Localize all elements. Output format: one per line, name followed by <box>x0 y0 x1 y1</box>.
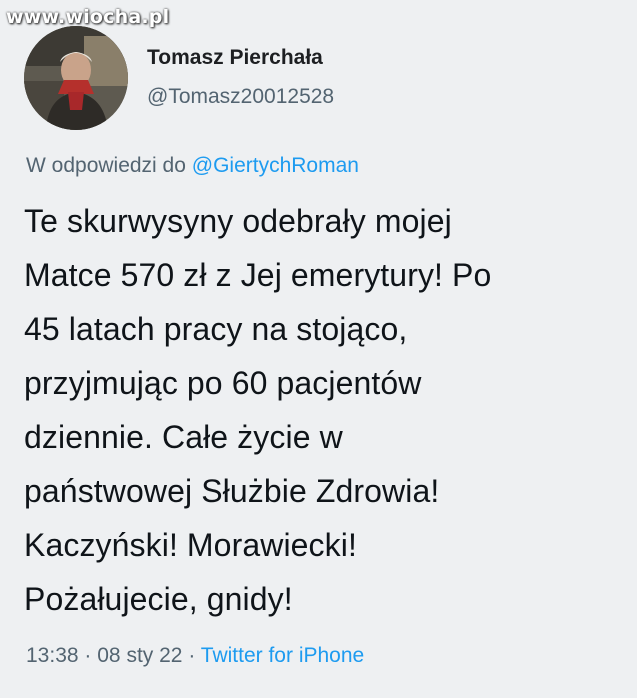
avatar[interactable] <box>24 26 128 130</box>
reply-context: W odpowiedzi do @GiertychRoman <box>26 153 359 179</box>
author-info: Tomasz Pierchała @Tomasz20012528 <box>147 44 334 110</box>
tweet-date[interactable]: 08 sty 22 <box>97 644 182 667</box>
tweet-source-link[interactable]: Twitter for iPhone <box>201 644 364 667</box>
tweet-text-line: Matce 570 zł z Jej emerytury! Po <box>24 257 492 293</box>
reply-prefix: W odpowiedzi do <box>26 154 186 177</box>
tweet-card: Tomasz Pierchała @Tomasz20012528 W odpow… <box>0 0 637 698</box>
meta-separator: · <box>84 644 92 667</box>
tweet-text: Te skurwysyny odebrały mojej Matce 570 z… <box>24 194 624 626</box>
tweet-time[interactable]: 13:38 <box>26 644 79 667</box>
author-display-name[interactable]: Tomasz Pierchała <box>147 44 334 72</box>
tweet-text-line: Kaczyński! Morawiecki! <box>24 527 357 563</box>
meta-separator: · <box>188 644 196 667</box>
tweet-text-line: Te skurwysyny odebrały mojej <box>24 203 452 239</box>
site-watermark: www.wiocha.pl <box>6 6 170 28</box>
author-handle[interactable]: @Tomasz20012528 <box>147 84 334 110</box>
tweet-header: Tomasz Pierchała @Tomasz20012528 <box>24 24 614 130</box>
tweet-text-line: dziennie. Całe życie w <box>24 419 343 455</box>
tweet-text-line: 45 latach pracy na stojąco, <box>24 311 408 347</box>
tweet-text-line: przyjmując po 60 pacjentów <box>24 365 422 401</box>
reply-mention-link[interactable]: @GiertychRoman <box>192 154 359 177</box>
tweet-meta: 13:38 · 08 sty 22 · Twitter for iPhone <box>26 642 364 670</box>
tweet-text-line: Pożałujecie, gnidy! <box>24 581 293 617</box>
avatar-photo <box>24 26 128 130</box>
tweet-text-line: państwowej Służbie Zdrowia! <box>24 473 440 509</box>
